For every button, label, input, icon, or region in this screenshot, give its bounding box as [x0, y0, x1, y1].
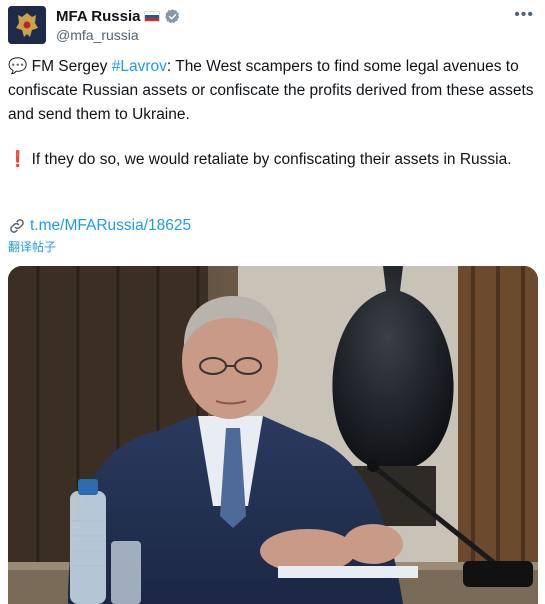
tweet-paragraph-1: 💬 FM Sergey #Lavrov: The West scampers t…	[8, 55, 538, 127]
verified-badge-icon[interactable]	[164, 8, 181, 25]
telegram-link[interactable]: t.me/MFARussia/18625	[30, 214, 191, 238]
tweet-header: MFA Russia @mfa_russia •••	[8, 6, 538, 46]
photo-lavrov-seated	[8, 266, 538, 604]
tweet-photo[interactable]	[8, 266, 538, 604]
avatar[interactable]	[8, 6, 46, 44]
speech-bubble-icon: 💬	[8, 58, 28, 75]
tweet-paragraph-2: ❗ If they do so, we would retaliate by c…	[8, 148, 538, 172]
more-options-icon[interactable]: •••	[514, 6, 534, 24]
link-icon	[10, 219, 24, 233]
name-row: MFA Russia	[56, 8, 181, 25]
exclamation-icon: ❗	[8, 151, 28, 168]
coat-of-arms-icon	[8, 6, 46, 44]
russia-flag-icon	[144, 11, 161, 22]
text-fragment: If they do so, we would retaliate by con…	[27, 151, 512, 168]
link-line: t.me/MFARussia/18625	[8, 214, 538, 238]
author-handle[interactable]: @mfa_russia	[56, 27, 139, 43]
text-fragment: FM Sergey	[27, 58, 112, 75]
translate-post-link[interactable]: 翻译帖子	[8, 238, 56, 255]
hashtag-link[interactable]: #Lavrov	[112, 58, 167, 75]
display-name[interactable]: MFA Russia	[56, 8, 140, 25]
